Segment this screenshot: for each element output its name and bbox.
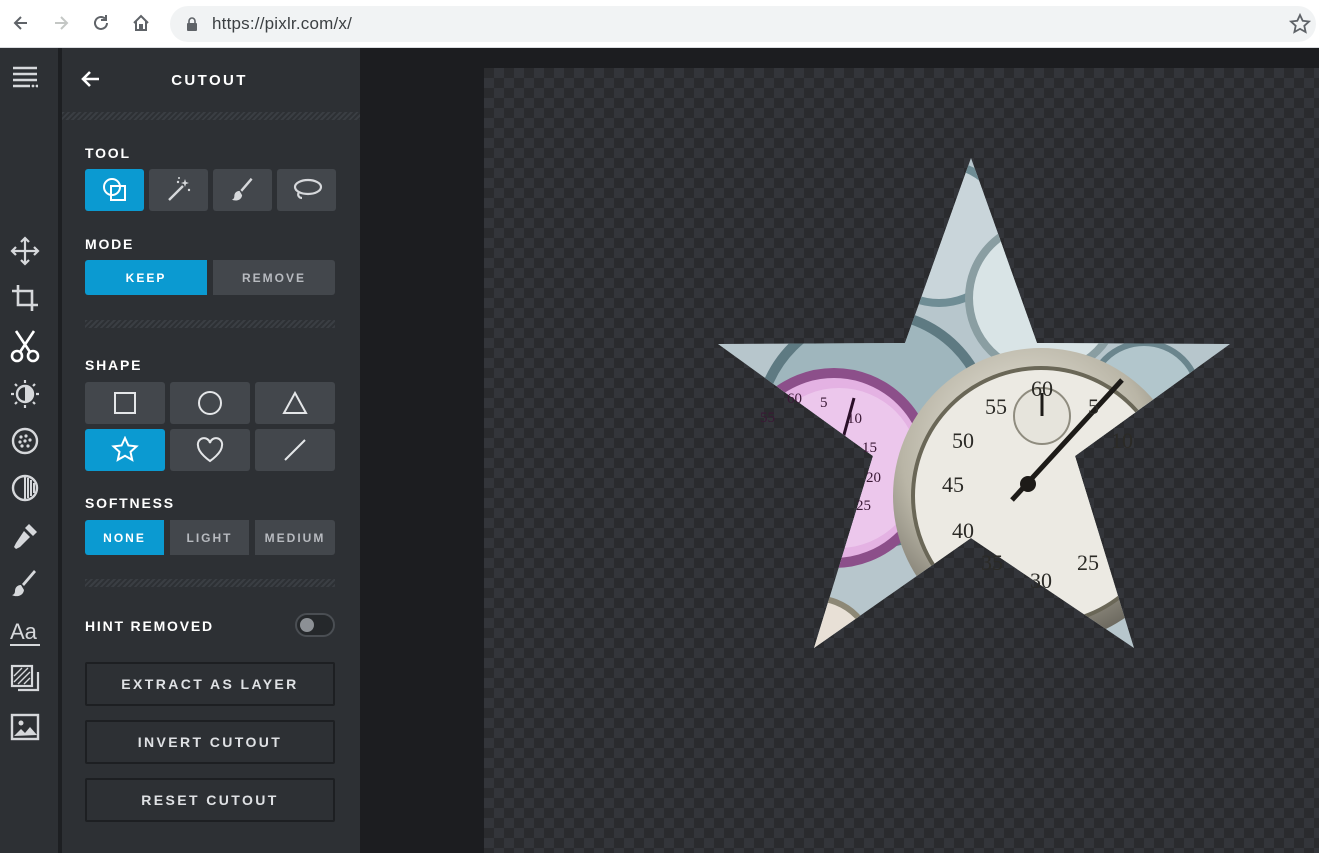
softness-none-button[interactable]: NONE: [85, 520, 164, 555]
triangle-icon: [282, 391, 308, 414]
retouch-icon[interactable]: [0, 514, 50, 558]
panel-header: CUTOUT: [62, 48, 360, 112]
shape-tool-button[interactable]: [85, 169, 144, 211]
shape-label: SHAPE: [85, 357, 143, 373]
adjust-icon[interactable]: [0, 372, 50, 416]
header-divider: [62, 112, 360, 120]
star-cutout-image: 60 5 10 55 50 45 40 35 30 25 60 5 10 55 …: [718, 158, 1230, 648]
shape-square-button[interactable]: [85, 382, 165, 424]
small-clock-num: 20: [866, 470, 881, 486]
bookmark-star-icon[interactable]: [1288, 12, 1312, 41]
softness-medium-button[interactable]: MEDIUM: [255, 520, 335, 555]
clock-num: 5: [1088, 394, 1099, 419]
shape-triangle-button[interactable]: [255, 382, 335, 424]
move-icon[interactable]: [0, 229, 50, 273]
invert-cutout-button[interactable]: INVERT CUTOUT: [85, 720, 335, 764]
clock-num: 60: [1031, 376, 1053, 401]
mode-label: MODE: [85, 236, 135, 252]
filter-icon[interactable]: [0, 419, 50, 463]
section-divider: [85, 579, 335, 587]
magic-wand-button[interactable]: [149, 169, 208, 211]
effect-icon[interactable]: [0, 466, 50, 510]
lock-icon: [186, 17, 198, 36]
line-icon: [284, 439, 306, 461]
menu-icon[interactable]: [0, 56, 50, 100]
shape-heart-button[interactable]: [170, 429, 250, 471]
clock-num: 55: [985, 394, 1007, 419]
home-icon[interactable]: [126, 8, 156, 38]
cutout-panel: CUTOUT TOOL MODE KEEP REMOVE SHAPE SOFTN…: [62, 48, 360, 853]
reset-cutout-button[interactable]: RESET CUTOUT: [85, 778, 335, 822]
shape-star-button[interactable]: [85, 429, 165, 471]
hint-removed-label: HINT REMOVED: [85, 618, 214, 634]
reload-icon[interactable]: [86, 8, 116, 38]
square-icon: [114, 392, 136, 414]
clock-num: 50: [952, 428, 974, 453]
crop-icon[interactable]: [0, 276, 50, 320]
small-clock-num: 10: [847, 411, 862, 427]
text-icon[interactable]: Aa: [0, 610, 50, 654]
hint-removed-toggle[interactable]: [295, 613, 335, 637]
browser-toolbar: https://pixlr.com/x/: [0, 0, 1319, 48]
small-clock-num: 55: [760, 410, 775, 426]
url-text: https://pixlr.com/x/: [212, 14, 353, 33]
small-clock-num: 5: [820, 395, 828, 411]
star-icon: [111, 436, 139, 462]
circle-icon: [198, 391, 222, 415]
svg-text:Aa: Aa: [10, 619, 38, 644]
softness-label: SOFTNESS: [85, 495, 175, 511]
shape-circle-button[interactable]: [170, 382, 250, 424]
clock-num: 35: [981, 550, 1003, 575]
mode-keep-button[interactable]: KEEP: [85, 260, 207, 295]
image-icon[interactable]: [0, 705, 50, 749]
toggle-knob: [300, 618, 314, 632]
section-divider: [85, 320, 335, 328]
clock-num: 30: [1030, 568, 1052, 593]
magic-wand-icon: [167, 177, 190, 201]
clock-num: 45: [942, 472, 964, 497]
image-canvas[interactable]: 60 5 10 55 50 45 40 35 30 25 60 5 10 55 …: [484, 68, 1319, 853]
lasso-button[interactable]: [277, 169, 336, 211]
clock-num: 40: [952, 518, 974, 543]
draw-icon[interactable]: [0, 562, 50, 606]
heart-icon: [196, 437, 224, 463]
clock-num: 10: [1111, 428, 1133, 453]
small-clock-num: 60: [787, 391, 802, 407]
forward-arrow-icon[interactable]: [46, 8, 76, 38]
brush-button[interactable]: [213, 169, 272, 211]
softness-light-button[interactable]: LIGHT: [170, 520, 249, 555]
shape-line-button[interactable]: [255, 429, 335, 471]
lasso-icon: [293, 178, 322, 200]
layers-icon[interactable]: [0, 657, 50, 701]
cutout-scissors-icon[interactable]: [0, 324, 50, 368]
mode-remove-button[interactable]: REMOVE: [213, 260, 335, 295]
shape-tool-icon: [102, 178, 126, 201]
address-bar[interactable]: https://pixlr.com/x/: [170, 6, 1316, 42]
workspace: 60 5 10 55 50 45 40 35 30 25 60 5 10 55 …: [360, 48, 1319, 853]
small-clock-num: 15: [862, 440, 877, 456]
tool-rail: Aa: [0, 48, 58, 853]
brush-icon: [231, 177, 253, 201]
tool-label: TOOL: [85, 145, 131, 161]
back-arrow-icon[interactable]: [6, 8, 36, 38]
extract-as-layer-button[interactable]: EXTRACT AS LAYER: [85, 662, 335, 706]
small-clock-num: 25: [856, 498, 871, 514]
clock-num: 25: [1077, 550, 1099, 575]
panel-title: CUTOUT: [171, 72, 248, 89]
